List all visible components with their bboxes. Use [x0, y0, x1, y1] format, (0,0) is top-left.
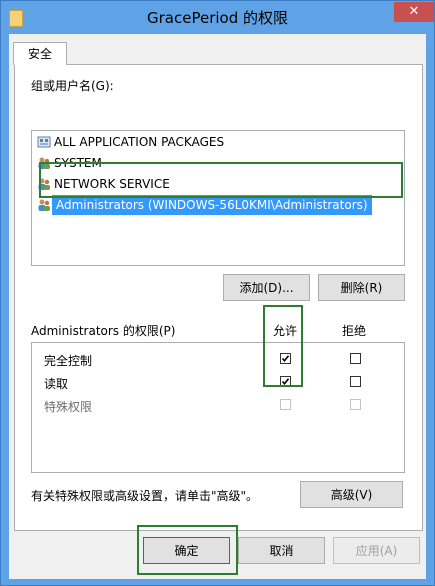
groups-label: 组或用户名(G):: [31, 79, 114, 93]
list-item-label: Administrators (WINDOWS-56L0KMI\Administ…: [52, 195, 372, 215]
allow-checkbox: [280, 399, 291, 410]
deny-column-header: 拒绝: [342, 324, 367, 338]
ok-button[interactable]: 确定: [143, 537, 230, 564]
tab-security[interactable]: 安全: [13, 42, 67, 65]
permissions-list: 完全控制 读取 特殊权限: [31, 342, 405, 473]
list-item-label: ALL APPLICATION PACKAGES: [54, 135, 225, 149]
users-icon: [37, 156, 51, 170]
groups-listbox[interactable]: ALL APPLICATION PACKAGES SYSTEM NETWORK …: [31, 130, 405, 266]
users-icon: [37, 198, 51, 212]
permission-name: 特殊权限: [44, 400, 93, 414]
permissions-dialog: GracePeriod 的权限 ✕ 安全 组或用户名(G): ALL APPLI…: [0, 0, 435, 586]
users-icon: [37, 177, 51, 191]
list-item-label: NETWORK SERVICE: [54, 177, 170, 191]
window-title: GracePeriod 的权限: [147, 9, 288, 27]
permission-name: 完全控制: [44, 354, 93, 368]
allow-column-header: 允许: [273, 324, 298, 338]
security-tab-panel: 组或用户名(G): ALL APPLICATION PACKAGES SYSTE…: [14, 64, 423, 531]
list-item[interactable]: SYSTEM: [35, 153, 401, 173]
advanced-button[interactable]: 高级(V): [300, 481, 403, 508]
list-item[interactable]: ALL APPLICATION PACKAGES: [35, 132, 401, 152]
advanced-note: 有关特殊权限或高级设置，请单击"高级"。: [31, 489, 259, 503]
add-button[interactable]: 添加(D)...: [223, 274, 310, 301]
remove-button[interactable]: 删除(R): [318, 274, 405, 301]
deny-checkbox[interactable]: [350, 353, 361, 364]
permission-name: 读取: [44, 377, 69, 391]
close-button[interactable]: ✕: [394, 2, 434, 22]
apply-button[interactable]: 应用(A): [333, 537, 420, 564]
allow-checkbox[interactable]: [280, 353, 291, 364]
list-item-selected[interactable]: Administrators (WINDOWS-56L0KMI\Administ…: [35, 195, 401, 215]
list-item-label: SYSTEM: [54, 156, 102, 170]
list-item[interactable]: NETWORK SERVICE: [35, 174, 401, 194]
packages-icon: [37, 135, 51, 149]
allow-checkbox[interactable]: [280, 376, 291, 387]
deny-checkbox[interactable]: [350, 376, 361, 387]
cancel-button[interactable]: 取消: [238, 537, 325, 564]
title-bar[interactable]: GracePeriod 的权限 ✕: [1, 1, 434, 34]
dialog-client-area: 安全 组或用户名(G): ALL APPLICATION PACKAGES SY…: [9, 34, 426, 579]
permissions-label: Administrators 的权限(P): [31, 324, 176, 338]
deny-checkbox: [350, 399, 361, 410]
